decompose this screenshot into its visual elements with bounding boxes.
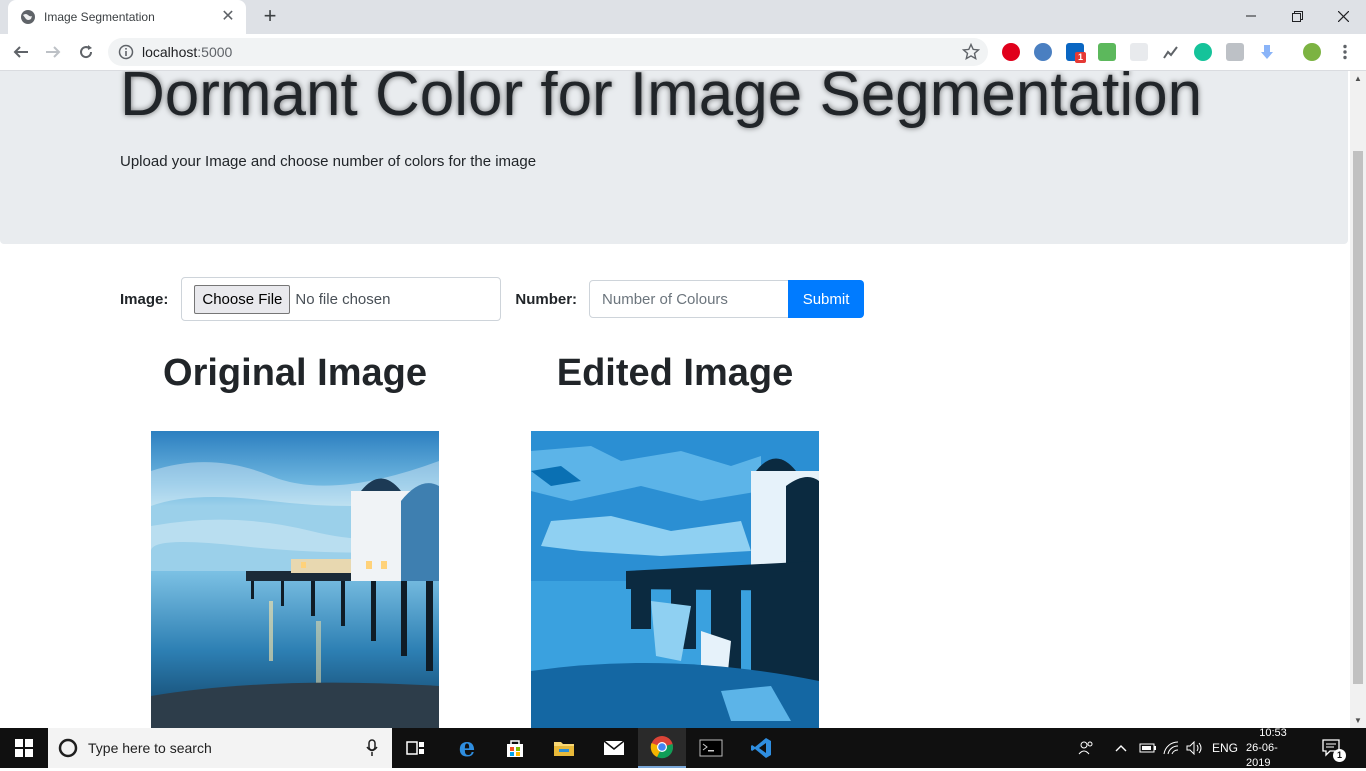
original-image-heading: Original Image — [163, 352, 427, 394]
submit-button[interactable]: Submit — [788, 280, 865, 318]
show-hidden-icons-icon[interactable] — [1114, 728, 1128, 768]
bar-chart-icon — [1163, 46, 1178, 59]
tab-title: Image Segmentation — [44, 10, 155, 24]
edge-icon: e — [458, 733, 476, 763]
start-button[interactable] — [0, 728, 48, 768]
chart-extension-icon[interactable] — [1162, 43, 1180, 61]
back-button[interactable] — [7, 38, 35, 66]
terminal-app[interactable] — [687, 728, 735, 768]
mail-app[interactable] — [590, 728, 638, 768]
jumbotron-header: Dormant Color for Image Segmentation Upl… — [0, 71, 1348, 244]
clock-date: 26-06-2019 — [1246, 741, 1278, 769]
reload-icon — [80, 45, 93, 59]
forward-button[interactable] — [39, 38, 67, 66]
file-input[interactable]: Choose File No file chosen — [181, 277, 502, 321]
minimize-button[interactable] — [1228, 0, 1274, 32]
close-tab-icon[interactable]: ✕ — [220, 9, 236, 25]
wifi-icon[interactable] — [1163, 728, 1181, 768]
info-extension-icon[interactable] — [1034, 43, 1052, 61]
linkedin-extension-icon[interactable]: 1 — [1066, 43, 1086, 63]
minimize-icon — [1246, 15, 1256, 17]
folder-icon — [554, 742, 574, 756]
grid-extension-icon[interactable] — [1130, 43, 1148, 61]
download-extension-icon[interactable] — [1258, 43, 1276, 61]
windows-taskbar: Type here to search e ENG 10:53 26-06-20… — [0, 726, 1366, 769]
file-explorer-app[interactable] — [540, 728, 588, 768]
original-image — [151, 431, 439, 728]
volume-icon[interactable] — [1186, 728, 1204, 768]
grammarly-extension-icon[interactable] — [1194, 43, 1212, 61]
close-window-button[interactable] — [1320, 0, 1366, 32]
chrome-app[interactable] — [638, 728, 686, 768]
url-text: localhost:5000 — [142, 44, 233, 60]
image-label: Image: — [120, 290, 169, 308]
scrollbar-thumb[interactable] — [1353, 151, 1363, 684]
battery-icon[interactable] — [1139, 728, 1157, 768]
arrow-right-icon — [46, 46, 61, 58]
arrow-left-icon — [13, 46, 28, 58]
clock-time: 10:53 — [1259, 726, 1287, 739]
scroll-down-icon[interactable]: ▼ — [1354, 716, 1362, 725]
taskbar-search-placeholder: Type here to search — [88, 740, 212, 756]
notification-count-badge: 1 — [1333, 749, 1346, 762]
page-subtitle: Upload your Image and choose number of c… — [120, 153, 537, 170]
globe-icon — [21, 10, 35, 24]
clock[interactable]: 10:53 26-06-2019 — [1246, 726, 1300, 769]
vscode-app[interactable] — [737, 728, 785, 768]
task-view-icon — [406, 741, 424, 755]
new-tab-button[interactable]: + — [258, 5, 282, 29]
reload-button[interactable] — [72, 38, 100, 66]
chrome-icon — [650, 736, 673, 759]
choose-file-button[interactable]: Choose File — [194, 284, 291, 314]
address-bar[interactable]: localhost:5000 — [108, 38, 988, 66]
browser-tabstrip: Image Segmentation ✕ + — [0, 0, 1366, 34]
windows-logo-icon — [15, 739, 33, 757]
microphone-icon[interactable] — [366, 739, 378, 757]
opera-extension-icon[interactable] — [1002, 43, 1020, 61]
browser-toolbar: localhost:5000 1 — [0, 34, 1366, 71]
restore-icon — [1291, 10, 1303, 22]
cortana-circle-icon — [58, 738, 78, 758]
note-extension-icon[interactable] — [1226, 43, 1244, 61]
upload-form: Image: Choose File No file chosen Number… — [120, 277, 865, 321]
close-icon — [1337, 10, 1349, 22]
page-scrollbar[interactable]: ▲ ▼ — [1350, 71, 1366, 728]
vscode-icon — [751, 738, 771, 758]
scroll-up-icon[interactable]: ▲ — [1354, 74, 1362, 83]
restore-button[interactable] — [1274, 0, 1320, 32]
mail-icon — [603, 740, 625, 755]
task-view-button[interactable] — [392, 728, 440, 768]
terminal-icon — [699, 739, 723, 757]
bookmark-star-icon[interactable] — [962, 43, 980, 61]
profile-avatar[interactable] — [1303, 43, 1321, 61]
info-icon[interactable] — [118, 44, 134, 60]
number-label: Number: — [515, 290, 578, 308]
edited-image — [531, 431, 819, 728]
action-center-button[interactable]: 1 — [1322, 728, 1346, 768]
edited-image-heading: Edited Image — [556, 352, 794, 394]
edge-app[interactable]: e — [443, 728, 491, 768]
store-bag-icon — [507, 740, 523, 757]
store-app[interactable] — [491, 728, 539, 768]
page-viewport: Dormant Color for Image Segmentation Upl… — [0, 71, 1350, 728]
menu-kebab-icon[interactable] — [1336, 43, 1354, 61]
inbox-extension-icon[interactable] — [1098, 43, 1116, 61]
page-title: Dormant Color for Image Segmentation — [120, 71, 1203, 129]
download-arrow-icon — [1261, 45, 1273, 59]
browser-tab[interactable]: Image Segmentation ✕ — [8, 0, 246, 34]
people-icon[interactable] — [1078, 740, 1094, 756]
taskbar-search-box[interactable]: Type here to search — [48, 728, 392, 768]
file-status-text: No file chosen — [295, 290, 391, 308]
language-indicator[interactable]: ENG — [1212, 728, 1238, 768]
extension-badge: 1 — [1075, 52, 1086, 63]
number-of-colours-input[interactable] — [589, 280, 790, 318]
